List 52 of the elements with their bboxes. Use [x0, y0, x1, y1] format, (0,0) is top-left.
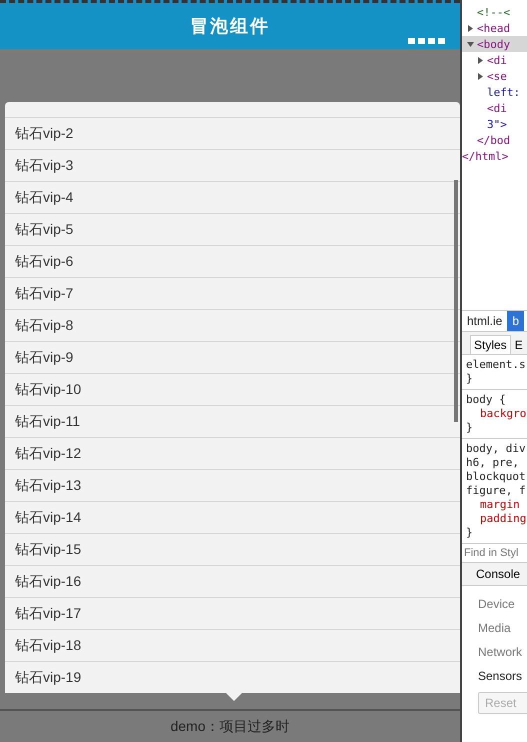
list-item[interactable]: 钻石vip-17 — [5, 597, 460, 630]
dom-closing-tag: </html> — [462, 148, 527, 164]
drawer-item[interactable]: Media — [462, 616, 527, 640]
dom-node[interactable]: <body — [462, 36, 527, 52]
console-tab[interactable]: Console — [462, 563, 527, 586]
css-line: h6, pre, — [466, 456, 520, 470]
list-item[interactable]: 钻石vip-15 — [5, 533, 460, 566]
dom-node[interactable]: <di — [462, 52, 527, 68]
css-line: padding — [479, 512, 527, 526]
dom-text: <!--< — [477, 6, 510, 18]
css-line: body { — [466, 393, 507, 407]
dom-node[interactable]: 3"> — [462, 116, 527, 132]
list-item[interactable]: 钻石vip-14 — [5, 501, 460, 534]
css-line: backgro — [479, 407, 527, 421]
css-line: } — [466, 372, 474, 386]
dom-node[interactable]: left: — [462, 84, 527, 100]
css-line: body, div — [466, 442, 527, 456]
dom-node[interactable]: <!--< — [462, 4, 527, 20]
css-line: margin — [479, 498, 521, 512]
list-item[interactable]: 钻石vip-2 — [5, 117, 460, 150]
dom-text: <body — [477, 38, 510, 50]
expanded-icon[interactable] — [467, 40, 477, 48]
drawer-item[interactable]: Network — [462, 640, 527, 664]
dom-closing-tag: </bod — [462, 132, 527, 148]
drawer-item[interactable]: Device — [462, 592, 527, 616]
dom-text: 3"> — [487, 118, 507, 130]
file-tab[interactable]: b — [507, 311, 524, 331]
css-line: } — [466, 421, 474, 435]
more-icon[interactable] — [408, 38, 446, 44]
css-line: blockquot — [466, 470, 527, 484]
dom-text: <di — [487, 54, 507, 66]
panel-tab[interactable]: Styles — [470, 335, 511, 354]
css-line: figure, f — [466, 484, 527, 498]
dom-node[interactable]: <di — [462, 100, 527, 116]
css-line: } — [466, 526, 474, 540]
list-item[interactable]: 钻石vip-16 — [5, 565, 460, 598]
scrollbar[interactable] — [454, 180, 458, 422]
dom-node[interactable]: <head — [462, 20, 527, 36]
list-item[interactable]: 钻石vip-18 — [5, 629, 460, 662]
dom-text: <di — [487, 102, 507, 114]
css-line: element.s — [466, 358, 527, 372]
panel-tab[interactable]: E — [510, 335, 527, 354]
list-item[interactable]: 钻石vip-19 — [5, 661, 460, 694]
header-title: 冒泡组件 — [190, 15, 270, 38]
list-item[interactable]: 钻石vip-3 — [5, 149, 460, 182]
list-item[interactable]: 钻石vip-13 — [5, 469, 460, 502]
dom-node[interactable]: <se — [462, 68, 527, 84]
dom-text: <head — [477, 22, 510, 34]
footer-caption: demo：项目过多时 — [0, 709, 460, 742]
list-item[interactable]: 钻石vip-12 — [5, 437, 460, 470]
dom-text: left: — [487, 86, 520, 98]
dom-text: <se — [487, 70, 507, 82]
